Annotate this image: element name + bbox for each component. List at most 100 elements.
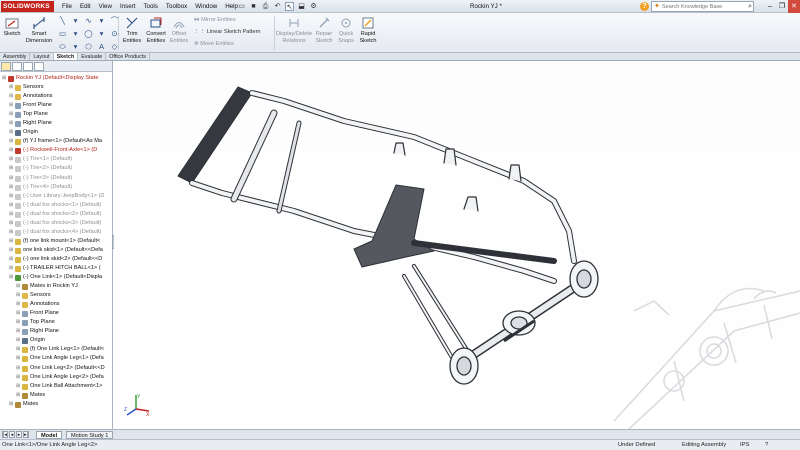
tree-item[interactable]: ⊞ One Link Leg<2> (Default<<D (0, 364, 112, 373)
spline-tool-icon[interactable]: ∿ (83, 15, 94, 26)
display-delete-relations-button[interactable]: Display/Delete Relations (276, 16, 312, 44)
expand-toggle-icon[interactable]: ⊞ (9, 228, 13, 237)
expand-toggle-icon[interactable]: ⊞ (16, 391, 20, 400)
dropdown-arrow-icon[interactable]: ▾ (70, 41, 81, 52)
menu-toolbox[interactable]: Toolbox (162, 0, 191, 13)
expand-toggle-icon[interactable]: ⊞ (16, 382, 20, 391)
tab-assembly[interactable]: Assembly (0, 53, 31, 60)
expand-toggle-icon[interactable]: ⊞ (16, 373, 20, 382)
first-tab-icon[interactable]: |◂ (2, 431, 8, 438)
quick-snaps-button[interactable]: Quick Snaps (336, 16, 356, 44)
tree-item[interactable]: ⊞ Top Plane (0, 318, 112, 327)
tree-item[interactable]: ⊞ (-) one link skid<2> (Default<<D (0, 255, 112, 264)
expand-toggle-icon[interactable]: ⊞ (9, 92, 13, 101)
tree-item[interactable]: ⊞ Rockin YJ (Default<Display State (0, 74, 112, 83)
menu-edit[interactable]: Edit (76, 0, 95, 13)
tree-item[interactable]: ⊞ (f) One Link Leg<1> (Default< (0, 345, 112, 354)
expand-toggle-icon[interactable]: ⊞ (16, 309, 20, 318)
tree-item[interactable]: ⊞ One Link Ball Attachment<1> (0, 382, 112, 391)
tree-item[interactable]: ⊞ Origin (0, 128, 112, 137)
search-input[interactable] (652, 2, 742, 11)
tree-item[interactable]: ⊞ (-) User Library-JeepBody<1> (D (0, 192, 112, 201)
tree-item[interactable]: ⊞ One Link Angle Leg<2> (Defa (0, 373, 112, 382)
expand-toggle-icon[interactable]: ⊞ (9, 83, 13, 92)
print-icon[interactable]: ⎙ (261, 2, 270, 11)
restore-icon[interactable]: ❐ (776, 0, 788, 13)
sketch-button[interactable]: Sketch (2, 16, 22, 38)
text-tool-icon[interactable]: A (96, 41, 107, 52)
tree-item[interactable]: ⊞ (-) dual fox shocks<3> (Default) (0, 219, 112, 228)
rapid-sketch-button[interactable]: Rapid Sketch (358, 16, 378, 44)
tree-item[interactable]: ⊞ Right Plane (0, 327, 112, 336)
close-icon[interactable]: ✕ (788, 0, 800, 13)
dropdown-arrow-icon[interactable]: ▾ (96, 15, 107, 26)
tree-item[interactable]: ⊞ Top Plane (0, 110, 112, 119)
expand-toggle-icon[interactable]: ⊞ (9, 246, 13, 255)
linear-sketch-pattern-button[interactable]: ⋮⋮ Linear Sketch Pattern (194, 29, 261, 35)
line-tool-icon[interactable]: ╲ (57, 15, 68, 26)
tree-item[interactable]: ⊞ Front Plane (0, 309, 112, 318)
expand-toggle-icon[interactable]: ⊞ (9, 237, 13, 246)
graphics-area[interactable]: ⊕ ⊗ ↶ ▥ ⬚ ◩ ◉ ◐ ▣ (114, 61, 800, 429)
expand-toggle-icon[interactable]: ⊞ (16, 300, 20, 309)
tree-item[interactable]: ⊞ Right Plane (0, 119, 112, 128)
expand-toggle-icon[interactable]: ⊞ (16, 345, 20, 354)
circle-tool-icon[interactable]: ◯ (83, 28, 94, 39)
tree-item[interactable]: ⊞ One Link Angle Leg<1> (Defa (0, 354, 112, 363)
tree-item[interactable]: ⊞ Origin (0, 336, 112, 345)
expand-toggle-icon[interactable]: ⊞ (16, 291, 20, 300)
tree-item[interactable]: ⊞ Mates (0, 400, 112, 409)
tree-item[interactable]: ⊞ (-) Rockwell-Front-Axle<1> (D (0, 146, 112, 155)
expand-toggle-icon[interactable]: ⊞ (9, 155, 13, 164)
dimxpert-tab-icon[interactable] (34, 62, 44, 71)
solidworks-logo[interactable]: SOLIDWORKS (1, 1, 54, 12)
next-tab-icon[interactable]: ▸ (16, 431, 22, 438)
select-pointer-icon[interactable]: ↖ (285, 2, 294, 11)
expand-toggle-icon[interactable]: ⊞ (16, 364, 20, 373)
open-folder-icon[interactable]: ▭ (237, 2, 246, 11)
tab-sketch[interactable]: Sketch (53, 53, 79, 60)
save-icon[interactable]: ■ (249, 2, 258, 11)
search-scope-icon[interactable]: ✦ (654, 2, 660, 11)
tree-item[interactable]: ⊞ Annotations (0, 92, 112, 101)
menu-tools[interactable]: Tools (139, 0, 161, 13)
new-document-icon[interactable]: ▫ (225, 2, 234, 11)
tab-model[interactable]: Model (36, 431, 63, 439)
dropdown-arrow-icon[interactable]: ▾ (70, 28, 81, 39)
tree-item[interactable]: ⊞ (-) TRAILER HITCH BALL<1> ( (0, 264, 112, 273)
expand-toggle-icon[interactable]: ⊞ (9, 110, 13, 119)
tree-item[interactable]: ⊞ Annotations (0, 300, 112, 309)
expand-toggle-icon[interactable]: ⊞ (9, 101, 13, 110)
expand-toggle-icon[interactable]: ⊞ (16, 354, 20, 363)
expand-toggle-icon[interactable]: ⊞ (16, 318, 20, 327)
expand-toggle-icon[interactable]: ⊞ (2, 74, 6, 83)
tree-item[interactable]: ⊞ (-) dual fox shocks<4> (Default) (0, 228, 112, 237)
dropdown-arrow-icon[interactable]: ▾ (70, 15, 81, 26)
tree-item[interactable]: ⊞ (-) Tire<2> (Default) (0, 164, 112, 173)
trim-entities-button[interactable]: Trim Entities (121, 16, 143, 44)
options-gear-icon[interactable]: ⚙ (309, 2, 318, 11)
feature-tree-tab-icon[interactable] (1, 62, 11, 71)
tab-evaluate[interactable]: Evaluate (78, 53, 107, 60)
tree-item[interactable]: ⊞ (-) dual fox shocks<1> (Default) (0, 201, 112, 210)
expand-toggle-icon[interactable]: ⊞ (9, 400, 13, 409)
last-tab-icon[interactable]: ▸| (23, 431, 29, 438)
minimize-icon[interactable]: – (764, 0, 776, 13)
tree-item[interactable]: ⊞ (-) Tire<1> (Default) (0, 155, 112, 164)
rebuild-icon[interactable]: ⬓ (297, 2, 306, 11)
repair-sketch-button[interactable]: Repair Sketch (314, 16, 334, 44)
expand-toggle-icon[interactable]: ⊞ (9, 264, 13, 273)
expand-toggle-icon[interactable]: ⊞ (9, 219, 13, 228)
tree-item[interactable]: ⊞ (f) YJ frame<1> (Default<As Ma (0, 137, 112, 146)
tree-item[interactable]: ⊞ (f) one link mount<1> (Default< (0, 237, 112, 246)
expand-toggle-icon[interactable]: ⊞ (9, 192, 13, 201)
status-units[interactable]: IPS (740, 440, 749, 450)
search-icon[interactable]: ⌕ (748, 2, 752, 11)
mirror-entities-button[interactable]: ⧓ Mirror Entities (194, 17, 236, 23)
smart-dimension-button[interactable]: Smart Dimension (25, 16, 53, 44)
menu-window[interactable]: Window (191, 0, 221, 13)
tree-item[interactable]: ⊞ Mates in Rockin YJ (0, 282, 112, 291)
tree-item[interactable]: ⊞ Sensors (0, 291, 112, 300)
expand-toggle-icon[interactable]: ⊞ (9, 210, 13, 219)
expand-toggle-icon[interactable]: ⊞ (9, 146, 13, 155)
